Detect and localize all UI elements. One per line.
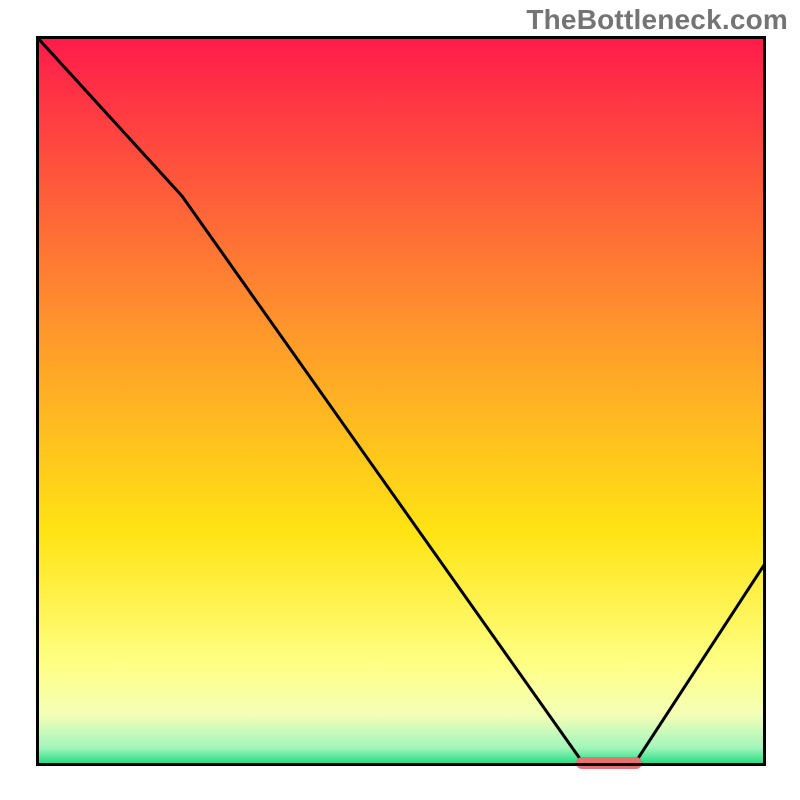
plot-area bbox=[36, 36, 766, 766]
gradient-background bbox=[36, 36, 766, 766]
watermark-text: TheBottleneck.com bbox=[526, 4, 788, 36]
chart-canvas: TheBottleneck.com bbox=[0, 0, 800, 800]
chart-svg bbox=[36, 36, 766, 766]
optimal-range-marker bbox=[576, 757, 642, 769]
